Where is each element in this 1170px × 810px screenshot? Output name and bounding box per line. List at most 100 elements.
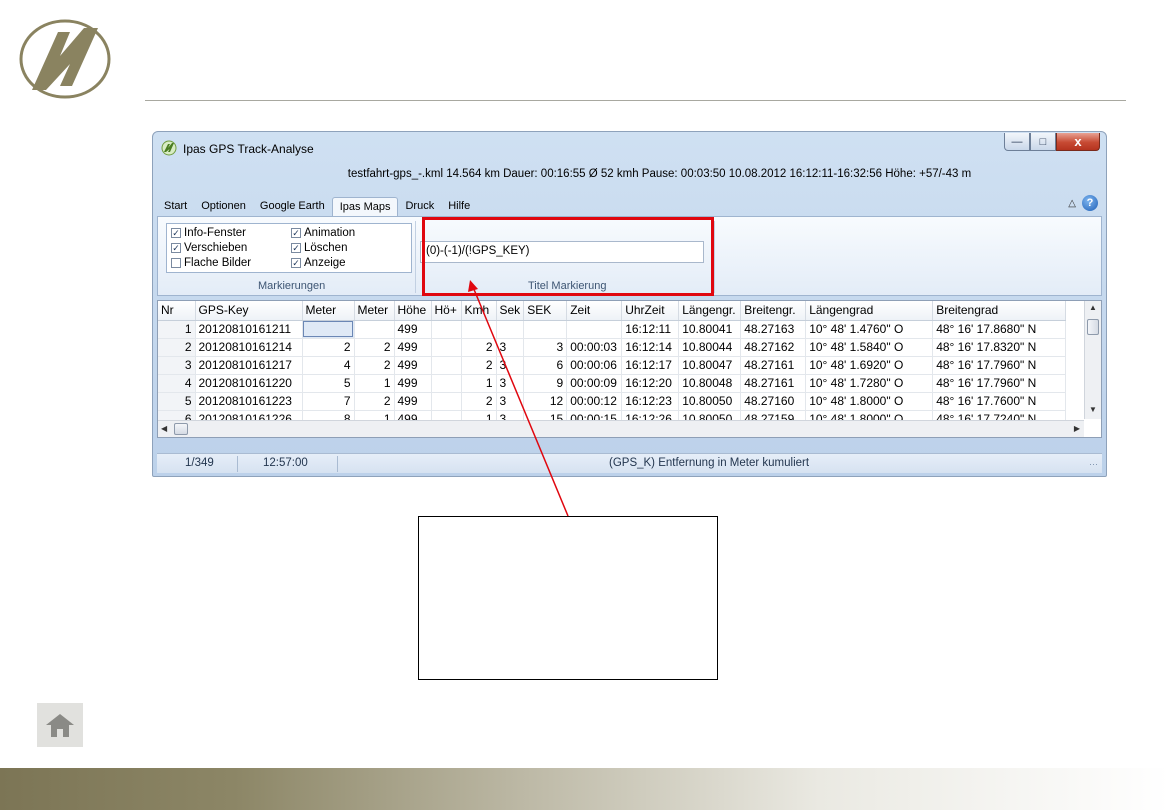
table-cell[interactable]: 20120810161214: [195, 338, 303, 357]
table-cell[interactable]: 6: [523, 356, 568, 375]
table-row[interactable]: 2 20120810161214 2 2 499 2 3 3 00:00:03 16:12:14 1…: [158, 338, 1067, 357]
table-cell[interactable]: 499: [394, 320, 432, 339]
table-cell[interactable]: 4: [302, 356, 355, 375]
table-cell[interactable]: 10.80050: [678, 392, 742, 411]
table-cell[interactable]: 10.80044: [678, 338, 742, 357]
checkbox-verschieben[interactable]: ✓ Verschieben: [171, 242, 247, 254]
table-cell[interactable]: 3: [158, 356, 196, 375]
col-header[interactable]: Meter: [302, 301, 355, 321]
table-cell[interactable]: 2: [354, 356, 395, 375]
table-row[interactable]: 4 20120810161220 5 1 499 1 3 9 00:00:09 16:12:20 1…: [158, 374, 1067, 393]
table-cell[interactable]: 2: [461, 392, 497, 411]
scroll-down-icon[interactable]: ▼: [1089, 405, 1097, 414]
collapse-ribbon-icon[interactable]: △: [1068, 198, 1076, 209]
table-cell[interactable]: 2: [302, 338, 355, 357]
vertical-scrollbar[interactable]: ▲ ▼: [1084, 301, 1101, 419]
col-header[interactable]: Zeit: [566, 301, 623, 321]
table-cell[interactable]: 10.80048: [678, 374, 742, 393]
table-row[interactable]: 1 20120810161211 499 16:12:11 10.80041 48.271…: [158, 320, 1067, 339]
table-cell[interactable]: 16:12:11: [621, 320, 680, 339]
table-cell[interactable]: 10.80047: [678, 356, 742, 375]
table-cell[interactable]: [431, 338, 462, 357]
table-cell[interactable]: 5: [158, 392, 196, 411]
title-bar[interactable]: Ipas GPS Track-Analyse — □ x: [153, 132, 1106, 160]
scroll-up-icon[interactable]: ▲: [1089, 303, 1097, 312]
table-cell[interactable]: [431, 374, 462, 393]
table-cell[interactable]: 48.27161: [740, 374, 807, 393]
col-header[interactable]: UhrZeit: [621, 301, 680, 321]
table-cell[interactable]: 48.27162: [740, 338, 807, 357]
table-cell[interactable]: 5: [302, 374, 355, 393]
table-cell[interactable]: 9: [523, 374, 568, 393]
table-cell[interactable]: 16:12:17: [621, 356, 680, 375]
table-row[interactable]: 5 20120810161223 7 2 499 2 3 12 00:00:12 16:12:23…: [158, 392, 1067, 411]
col-header[interactable]: Nr: [158, 301, 196, 321]
maximize-button[interactable]: □: [1030, 133, 1056, 151]
scroll-right-icon[interactable]: ▶: [1074, 424, 1080, 433]
col-header[interactable]: Längengrad: [805, 301, 934, 321]
table-cell[interactable]: 499: [394, 338, 432, 357]
checkbox-animation[interactable]: ✓ Animation: [291, 227, 355, 239]
table-cell[interactable]: 16:12:23: [621, 392, 680, 411]
col-header[interactable]: Breitengrad: [932, 301, 1067, 321]
table-cell[interactable]: 1: [461, 374, 497, 393]
table-cell[interactable]: [566, 320, 623, 339]
table-cell[interactable]: 48° 16' 17.8320" N: [932, 338, 1067, 357]
table-cell[interactable]: [496, 320, 525, 339]
tab-optionen[interactable]: Optionen: [194, 197, 253, 217]
checkbox-anzeige[interactable]: ✓ Anzeige: [291, 257, 346, 269]
table-cell[interactable]: 3: [496, 374, 525, 393]
table-cell[interactable]: 48.27163: [740, 320, 807, 339]
table-cell[interactable]: 3: [523, 338, 568, 357]
table-cell[interactable]: 2: [461, 356, 497, 375]
table-cell[interactable]: 10.80041: [678, 320, 742, 339]
horizontal-scrollbar[interactable]: ◀ ▶: [158, 420, 1084, 437]
help-icon[interactable]: ?: [1082, 195, 1098, 211]
table-cell[interactable]: 3: [496, 392, 525, 411]
table-cell[interactable]: 12: [523, 392, 568, 411]
minimize-button[interactable]: —: [1004, 133, 1030, 151]
table-row[interactable]: 3 20120810161217 4 2 499 2 3 6 00:00:06 16:12:17 1…: [158, 356, 1067, 375]
table-cell[interactable]: 3: [496, 338, 525, 357]
table-cell[interactable]: 16:12:20: [621, 374, 680, 393]
table-cell[interactable]: 48° 16' 17.7960" N: [932, 356, 1067, 375]
table-cell[interactable]: 10° 48' 1.4760" O: [805, 320, 934, 339]
tab-hilfe[interactable]: Hilfe: [441, 197, 477, 217]
table-cell[interactable]: 48.27161: [740, 356, 807, 375]
table-cell[interactable]: [431, 320, 462, 339]
col-header[interactable]: Kmh: [461, 301, 497, 321]
table-cell[interactable]: 2: [461, 338, 497, 357]
table-cell[interactable]: 10° 48' 1.7280" O: [805, 374, 934, 393]
col-header[interactable]: Längengr.: [678, 301, 742, 321]
vertical-scroll-thumb[interactable]: [1087, 319, 1099, 335]
tab-start[interactable]: Start: [157, 197, 194, 217]
horizontal-scroll-thumb[interactable]: [174, 423, 188, 435]
table-cell[interactable]: 2: [354, 392, 395, 411]
table-cell[interactable]: 10° 48' 1.5840" O: [805, 338, 934, 357]
table-cell[interactable]: 2: [158, 338, 196, 357]
table-cell[interactable]: 20120810161217: [195, 356, 303, 375]
table-cell[interactable]: [431, 356, 462, 375]
table-cell[interactable]: [302, 320, 355, 339]
table-cell[interactable]: [354, 320, 395, 339]
table-cell[interactable]: [431, 392, 462, 411]
table-cell[interactable]: 3: [496, 356, 525, 375]
table-cell[interactable]: 2: [354, 338, 395, 357]
tab-druck[interactable]: Druck: [398, 197, 441, 217]
table-cell[interactable]: 20120810161220: [195, 374, 303, 393]
table-cell[interactable]: 4: [158, 374, 196, 393]
table-cell[interactable]: [523, 320, 568, 339]
table-cell[interactable]: 48° 16' 17.7600" N: [932, 392, 1067, 411]
tab-ipas-maps[interactable]: Ipas Maps: [331, 197, 399, 217]
table-cell[interactable]: 48.27160: [740, 392, 807, 411]
table-cell[interactable]: 00:00:12: [566, 392, 623, 411]
resize-grip-icon[interactable]: ⋯: [1089, 459, 1098, 470]
tab-google-earth[interactable]: Google Earth: [253, 197, 332, 217]
table-cell[interactable]: 1: [158, 320, 196, 339]
table-cell[interactable]: 20120810161223: [195, 392, 303, 411]
table-cell[interactable]: 00:00:06: [566, 356, 623, 375]
table-cell[interactable]: 48° 16' 17.7960" N: [932, 374, 1067, 393]
table-cell[interactable]: 499: [394, 374, 432, 393]
col-header[interactable]: Sek: [496, 301, 525, 321]
col-header[interactable]: Meter: [354, 301, 395, 321]
